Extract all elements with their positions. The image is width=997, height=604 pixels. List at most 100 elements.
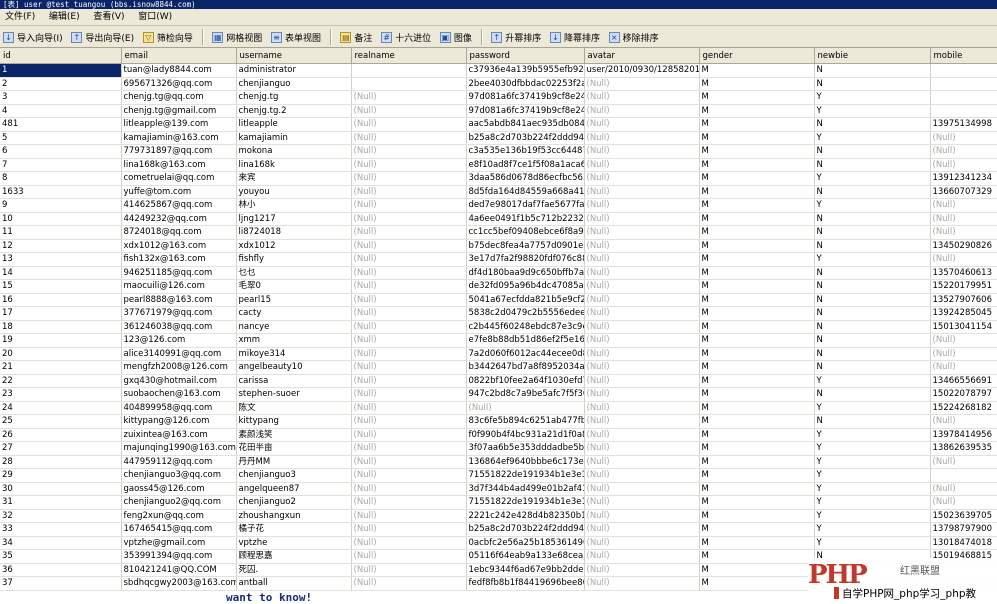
table-row[interactable]: 25 kittypang@126.com kittypang (Null) 83c6fe…: [0, 414, 997, 429]
cell-email[interactable]: 810421241@QQ.COM: [121, 563, 237, 577]
cell-gender[interactable]: M: [699, 117, 815, 132]
cell-username[interactable]: xdx1012: [236, 239, 352, 253]
sort-asc-button[interactable]: ↑ 升幂排序: [488, 27, 544, 47]
menu-file[interactable]: 文件(F): [0, 9, 41, 25]
cell-newbie[interactable]: N: [814, 266, 931, 280]
cell-password[interactable]: 2221c242e428d4b82350b1ec7: [466, 509, 585, 523]
cell-avatar[interactable]: (Null): [584, 306, 700, 321]
cell-username[interactable]: angelbeauty10: [236, 360, 352, 375]
cell-newbie[interactable]: Y: [814, 536, 931, 550]
cell-avatar[interactable]: (Null): [584, 239, 700, 253]
cell-id[interactable]: 24: [0, 401, 122, 415]
cell-newbie[interactable]: N: [814, 347, 931, 361]
cell-realname[interactable]: (Null): [351, 522, 467, 537]
cell-email[interactable]: gxq430@hotmail.com: [121, 374, 237, 388]
cell-gender[interactable]: M: [699, 266, 815, 280]
cell-username[interactable]: vptzhe: [236, 536, 352, 550]
cell-password[interactable]: c3a535e136b19f53cc6448782: [466, 144, 585, 159]
cell-username[interactable]: kittypang: [236, 414, 352, 429]
cell-username[interactable]: cacty: [236, 306, 352, 321]
column-header-mobile[interactable]: mobile: [930, 48, 997, 64]
cell-id[interactable]: 1633: [0, 185, 122, 199]
cell-username[interactable]: kamajiamin: [236, 131, 352, 145]
table-row[interactable]: 5 kamajiamin@163.com kamajiamin (Null) b25a8…: [0, 131, 997, 145]
cell-realname[interactable]: (Null): [351, 279, 467, 294]
cell-realname[interactable]: (Null): [351, 320, 467, 334]
cell-mobile[interactable]: 13924285045: [930, 306, 997, 321]
cell-gender[interactable]: M: [699, 360, 815, 375]
cell-gender[interactable]: M: [699, 428, 815, 442]
table-row[interactable]: 20 alice3140991@qq.com mikoye314 (Null) 7a2d…: [0, 347, 997, 361]
cell-realname[interactable]: (Null): [351, 401, 467, 415]
cell-email[interactable]: chenjianguo2@qq.com: [121, 495, 237, 510]
cell-password[interactable]: b3442647bd7a8f8952034a354: [466, 360, 585, 375]
column-header-gender[interactable]: gender: [699, 48, 815, 64]
table-row[interactable]: 1633 yuffe@tom.com youyou (Null) 8d5fda164d8…: [0, 185, 997, 199]
cell-realname[interactable]: (Null): [351, 239, 467, 253]
cell-email[interactable]: chenjg.tg@gmail.com: [121, 104, 237, 118]
cell-realname[interactable]: (Null): [351, 212, 467, 226]
cell-realname[interactable]: (Null): [351, 414, 467, 429]
cell-mobile[interactable]: 13660707329: [930, 185, 997, 199]
cell-email[interactable]: 447959112@qq.com: [121, 455, 237, 469]
cell-email[interactable]: alice3140991@qq.com: [121, 347, 237, 361]
cell-username[interactable]: chenjianguo: [236, 77, 352, 91]
cell-email[interactable]: 695671326@qq.com: [121, 77, 237, 91]
cell-newbie[interactable]: Y: [814, 401, 931, 415]
table-row[interactable]: 9 414625867@qq.com 林小 (Null) ded7e98017daf7f…: [0, 198, 997, 213]
cell-username[interactable]: antball: [236, 576, 352, 591]
cell-newbie[interactable]: N: [814, 144, 931, 159]
cell-email[interactable]: litleapple@139.com: [121, 117, 237, 132]
cell-avatar[interactable]: (Null): [584, 117, 700, 132]
cell-newbie[interactable]: Y: [814, 455, 931, 469]
cell-avatar[interactable]: (Null): [584, 374, 700, 388]
cell-email[interactable]: yuffe@tom.com: [121, 185, 237, 199]
cell-email[interactable]: sbdhqcgwy2003@163.com: [121, 576, 237, 591]
cell-email[interactable]: 44249232@qq.com: [121, 212, 237, 226]
cell-gender[interactable]: M: [699, 225, 815, 240]
column-header-avatar[interactable]: avatar: [584, 48, 700, 64]
cell-password[interactable]: 947c2bd8c7a9be5afc7f5f30939: [466, 387, 585, 402]
cell-avatar[interactable]: (Null): [584, 522, 700, 537]
cell-gender[interactable]: M: [699, 455, 815, 469]
cell-mobile[interactable]: (Null): [930, 225, 997, 240]
cell-gender[interactable]: M: [699, 387, 815, 402]
cell-email[interactable]: 404899958@qq.com: [121, 401, 237, 415]
cell-mobile[interactable]: [930, 77, 997, 91]
cell-avatar[interactable]: (Null): [584, 198, 700, 213]
cell-mobile[interactable]: (Null): [930, 360, 997, 375]
cell-avatar[interactable]: user/2010/0930/12858201664: [584, 63, 700, 78]
cell-avatar[interactable]: (Null): [584, 441, 700, 456]
cell-username[interactable]: zhoushangxun: [236, 509, 352, 523]
table-row[interactable]: 12 xdx1012@163.com xdx1012 (Null) b75dec8fea…: [0, 239, 997, 253]
cell-username[interactable]: 毛翠0: [236, 279, 352, 294]
cell-avatar[interactable]: (Null): [584, 563, 700, 577]
cell-password[interactable]: 05116f64eab9a133e68cea59f9: [466, 549, 585, 564]
cell-gender[interactable]: M: [699, 468, 815, 483]
cell-newbie[interactable]: N: [814, 117, 931, 132]
cell-newbie[interactable]: Y: [814, 198, 931, 213]
cell-id[interactable]: 26: [0, 428, 122, 442]
cell-password[interactable]: 5041a67ecfdda821b5e9cf2880: [466, 293, 585, 307]
cell-username[interactable]: 丹丹MM: [236, 455, 352, 469]
menu-view[interactable]: 查看(V): [88, 9, 130, 25]
table-row[interactable]: 481 litleapple@139.com litleapple (Null) aac…: [0, 117, 997, 132]
cell-id[interactable]: 13: [0, 252, 122, 267]
cell-realname[interactable]: (Null): [351, 509, 467, 523]
cell-email[interactable]: 353991394@qq.com: [121, 549, 237, 564]
cell-gender[interactable]: M: [699, 144, 815, 159]
cell-realname[interactable]: (Null): [351, 117, 467, 132]
cell-username[interactable]: 橘子花: [236, 522, 352, 537]
table-row[interactable]: 27 majunqing1990@163.com 花田半亩 (Null) 3f07aa6…: [0, 441, 997, 456]
cell-password[interactable]: 71551822de191934b1e3e1533: [466, 468, 585, 483]
cell-newbie[interactable]: Y: [814, 468, 931, 483]
cell-password[interactable]: 4a6ee0491f1b5c712b2232552: [466, 212, 585, 226]
cell-id[interactable]: 8: [0, 171, 122, 186]
cell-mobile[interactable]: 13466556691: [930, 374, 997, 388]
image-button[interactable]: ▣ 图像: [437, 27, 475, 47]
cell-id[interactable]: 10: [0, 212, 122, 226]
cell-realname[interactable]: (Null): [351, 387, 467, 402]
cell-gender[interactable]: M: [699, 171, 815, 186]
table-row[interactable]: 2 695671326@qq.com chenjianguo 2bee4030dfbb…: [0, 77, 997, 91]
cell-id[interactable]: 32: [0, 509, 122, 523]
